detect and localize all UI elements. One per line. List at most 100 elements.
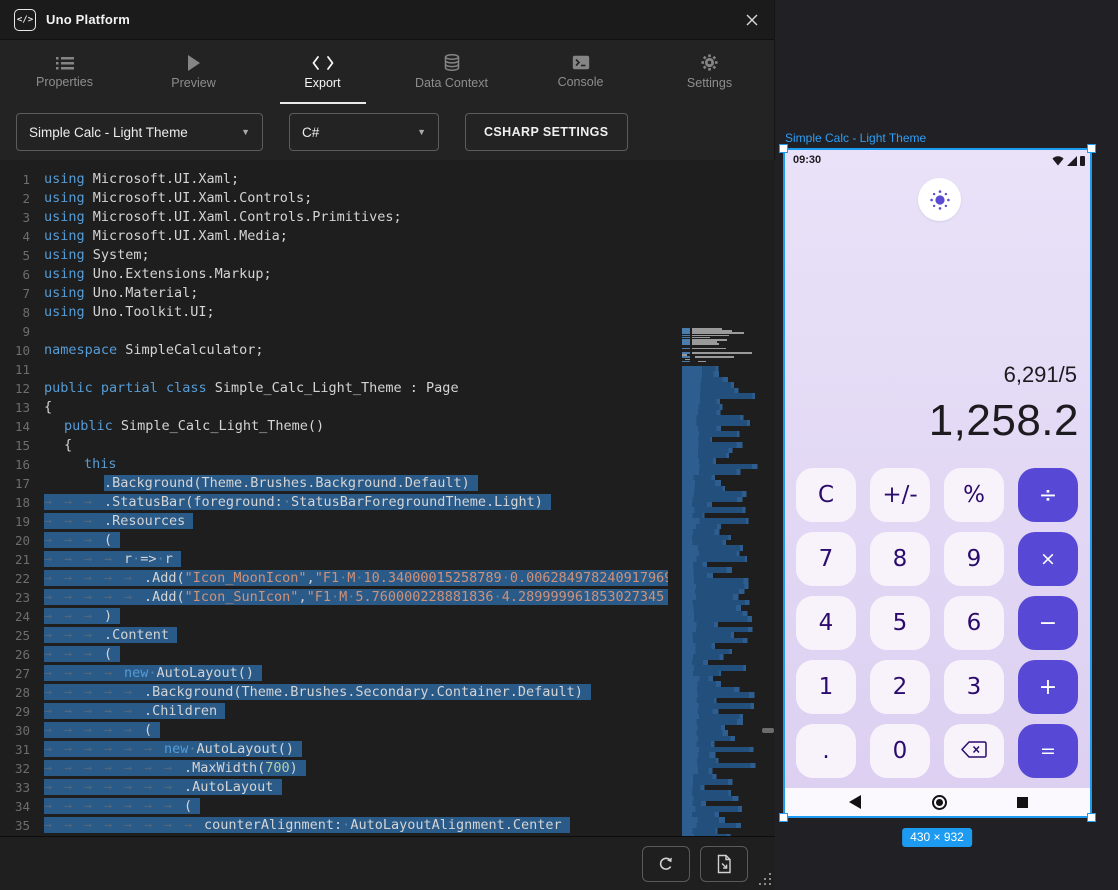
key-1[interactable]: 1 <box>796 660 856 714</box>
component-dropdown[interactable]: Simple Calc - Light Theme ▼ <box>16 113 263 151</box>
code-line-3: 3using Microsoft.UI.Xaml.Controls.Primit… <box>0 208 775 227</box>
line-text: →→→.StatusBar(foreground:·StatusBarForeg… <box>44 493 668 512</box>
key-3[interactable]: 3 <box>944 660 1004 714</box>
chevron-down-icon: ▼ <box>417 127 426 137</box>
line-number: 4 <box>0 227 44 246</box>
key-plus[interactable]: + <box>1018 660 1078 714</box>
csharp-settings-button[interactable]: CSHARP SETTINGS <box>465 113 628 151</box>
nav-recents-icon[interactable] <box>1017 797 1028 808</box>
line-text: using Microsoft.UI.Xaml.Controls.Primiti… <box>44 208 668 227</box>
tab-properties[interactable]: Properties <box>0 40 129 104</box>
chevron-down-icon: ▼ <box>241 127 250 137</box>
line-text: →→→( <box>44 645 668 664</box>
line-number: 2 <box>0 189 44 208</box>
tab-export[interactable]: Export <box>258 40 387 104</box>
line-text: →→→→new·AutoLayout() <box>44 664 668 683</box>
line-number: 24 <box>0 607 44 626</box>
panel-footer <box>0 836 775 890</box>
key-C[interactable]: C <box>796 468 856 522</box>
tab-settings[interactable]: Settings <box>645 40 774 104</box>
line-number: 29 <box>0 702 44 721</box>
line-text: →→→) <box>44 607 668 626</box>
key-9[interactable]: 9 <box>944 532 1004 586</box>
key-equals[interactable]: = <box>1018 724 1078 778</box>
component-dropdown-value: Simple Calc - Light Theme <box>29 125 188 140</box>
nav-home-icon[interactable] <box>932 795 947 810</box>
key-dot[interactable]: . <box>796 724 856 778</box>
code-line-31: 31→→→→→→new·AutoLayout() <box>0 740 775 759</box>
key-6[interactable]: 6 <box>944 596 1004 650</box>
key-plusminus[interactable]: +/- <box>870 468 930 522</box>
tab-data-context[interactable]: Data Context <box>387 40 516 104</box>
code-line-6: 6using Uno.Extensions.Markup; <box>0 265 775 284</box>
tab-console[interactable]: Console <box>516 40 645 104</box>
line-text: →→→→→.Children <box>44 702 668 721</box>
language-dropdown[interactable]: C# ▼ <box>289 113 439 151</box>
line-number: 33 <box>0 778 44 797</box>
export-file-button[interactable] <box>700 846 748 882</box>
code-line-5: 5using System; <box>0 246 775 265</box>
editor-minimap[interactable] <box>682 328 758 836</box>
selection-handle[interactable] <box>1087 813 1096 822</box>
wifi-icon <box>1052 156 1064 166</box>
backspace-key[interactable] <box>944 724 1004 778</box>
key-8[interactable]: 8 <box>870 532 930 586</box>
code-line-35: 35→→→→→→→→counterAlignment:·AutoLayoutAl… <box>0 816 775 835</box>
code-line-8: 8using Uno.Toolkit.UI; <box>0 303 775 322</box>
line-number: 22 <box>0 569 44 588</box>
figma-canvas[interactable]: Simple Calc - Light Theme 09:30 <box>776 0 1118 890</box>
line-text: using Microsoft.UI.Xaml.Media; <box>44 227 668 246</box>
key-divide[interactable]: ÷ <box>1018 468 1078 522</box>
line-number: 5 <box>0 246 44 265</box>
code-line-13: 13{ <box>0 398 775 417</box>
code-line-16: 16this <box>0 455 775 474</box>
selection-handle[interactable] <box>1087 144 1096 153</box>
key-5[interactable]: 5 <box>870 596 930 650</box>
theme-toggle-button[interactable] <box>918 178 961 221</box>
key-percent[interactable]: % <box>944 468 1004 522</box>
line-number: 12 <box>0 379 44 398</box>
key-minus[interactable]: − <box>1018 596 1078 650</box>
line-text: →→→→→→→( <box>44 797 668 816</box>
key-multiply[interactable]: × <box>1018 532 1078 586</box>
line-text: →→→→r·=>·r <box>44 550 668 569</box>
frame-label[interactable]: Simple Calc - Light Theme <box>785 131 926 145</box>
line-number: 23 <box>0 588 44 607</box>
key-7[interactable]: 7 <box>796 532 856 586</box>
close-icon[interactable] <box>742 10 762 30</box>
line-text: →→→→→.Add("Icon_SunIcon","F1·M·5.7600002… <box>44 588 668 607</box>
line-number: 9 <box>0 322 44 341</box>
calc-keypad: C +/-% ÷ 789 × 456− 123 +. 0 = <box>796 468 1078 778</box>
code-line-25: 25→→→.Content <box>0 626 775 645</box>
line-text: →→→→→( <box>44 721 668 740</box>
line-text: →→→→→→→.AutoLayout <box>44 778 668 797</box>
line-number: 10 <box>0 341 44 360</box>
code-lines: 1using Microsoft.UI.Xaml;2using Microsof… <box>0 170 775 835</box>
code-line-29: 29→→→→→.Children <box>0 702 775 721</box>
selection-handle[interactable] <box>779 813 788 822</box>
phone-frame[interactable]: 09:30 6,291/5 1, <box>783 148 1092 818</box>
status-bar-icons <box>1052 156 1085 166</box>
key-0[interactable]: 0 <box>870 724 930 778</box>
nav-back-icon[interactable] <box>849 795 861 809</box>
line-number: 27 <box>0 664 44 683</box>
line-text <box>44 360 668 379</box>
line-number: 11 <box>0 360 44 379</box>
uno-plugin-window: </> Uno Platform PropertiesPreviewExport… <box>0 0 775 890</box>
line-number: 6 <box>0 265 44 284</box>
code-line-32: 32→→→→→→→.MaxWidth(700) <box>0 759 775 778</box>
code-line-24: 24→→→) <box>0 607 775 626</box>
tab-label: Console <box>558 75 604 89</box>
line-number: 34 <box>0 797 44 816</box>
code-editor[interactable]: 1using Microsoft.UI.Xaml;2using Microsof… <box>0 160 775 836</box>
editor-scrollbar-thumb[interactable] <box>762 728 774 733</box>
database-icon <box>444 54 460 71</box>
key-4[interactable]: 4 <box>796 596 856 650</box>
refresh-button[interactable] <box>642 846 690 882</box>
line-number: 13 <box>0 398 44 417</box>
selection-handle[interactable] <box>779 144 788 153</box>
tab-preview[interactable]: Preview <box>129 40 258 104</box>
resize-grip[interactable] <box>769 883 771 885</box>
key-2[interactable]: 2 <box>870 660 930 714</box>
line-number: 19 <box>0 512 44 531</box>
